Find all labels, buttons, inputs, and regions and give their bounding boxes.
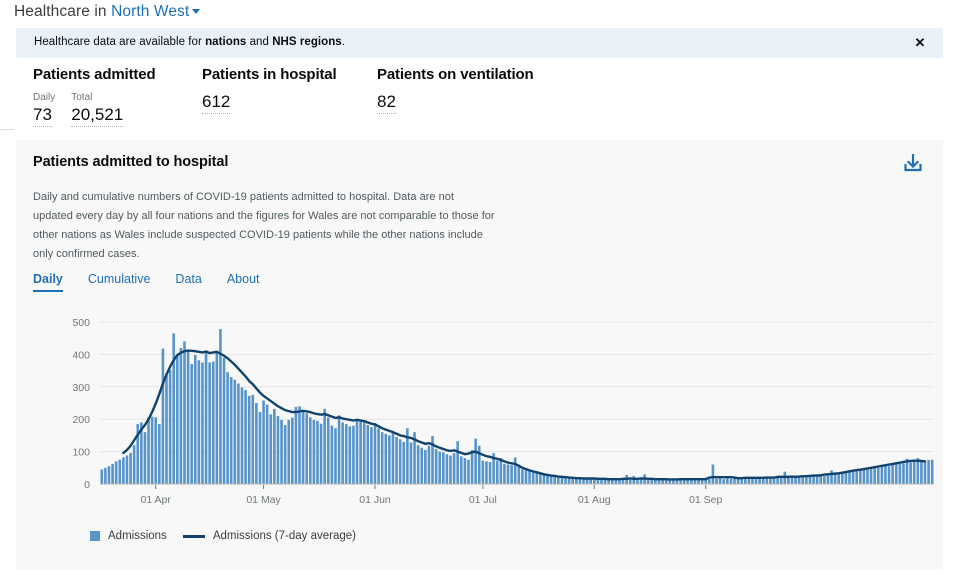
tab-about[interactable]: About [227,272,260,292]
tab-daily[interactable]: Daily [33,272,63,292]
metric-label: Daily [33,92,56,103]
svg-text:500: 500 [72,317,90,329]
svg-text:0: 0 [84,479,90,491]
tab-cumulative[interactable]: Cumulative [88,272,151,292]
chart-card: Patients admitted to hospital Daily and … [16,140,943,570]
page-title: Healthcare in North West [14,3,201,21]
metric-value[interactable]: 612 [202,92,231,114]
chart-card-title: Patients admitted to hospital [33,154,229,170]
metrics-row: Patients admitted Daily 73 Total 20,521 … [16,66,943,127]
svg-text:300: 300 [72,382,90,394]
metric-title: Patients on ventilation [377,66,534,83]
metric-column-value: 612 [202,92,231,114]
page-title-prefix: Healthcare in [14,3,107,20]
download-icon[interactable] [898,148,928,178]
location-selector-link[interactable]: North West [111,3,189,20]
svg-text:01 Sep: 01 Sep [689,494,722,506]
info-banner: Healthcare data are available for nation… [16,28,943,58]
svg-text:01 Apr: 01 Apr [141,494,172,506]
metric-column-total: Total 20,521 [71,92,124,127]
chevron-down-icon[interactable] [192,9,201,14]
metric-value[interactable]: 73 [33,105,52,127]
svg-text:01 Jul: 01 Jul [469,494,497,506]
legend-line-icon [182,534,205,538]
metric-patients-admitted: Patients admitted Daily 73 Total 20,521 [16,66,202,127]
metric-column-daily: Daily 73 [33,92,55,127]
legend-swatch-icon [90,531,100,541]
healthcare-dashboard-page: Healthcare in North West Healthcare data… [0,0,959,586]
metric-title: Patients in hospital [202,66,337,83]
legend-label: Admissions (7-day average) [212,530,356,542]
legend-item-admissions-average: Admissions (7-day average) [182,530,356,542]
tab-data[interactable]: Data [175,272,201,292]
legend-label: Admissions [108,530,167,542]
metric-label: Total [71,92,93,103]
svg-text:400: 400 [72,349,90,361]
admissions-chart[interactable]: 0 100 200 300 400 500 01 Apr 01 May 01 Jun 01 Jul… [16,308,943,533]
svg-text:01 Jun: 01 Jun [359,494,391,506]
chart-legend: Admissions Admissions (7-day average) [90,530,372,542]
metric-patients-in-hospital: Patients in hospital 612 [202,66,377,127]
metric-value[interactable]: 20,521 [71,105,124,127]
svg-text:200: 200 [72,414,90,426]
banner-link-nhs-regions[interactable]: NHS regions [272,36,342,48]
banner-text-mid: and [246,36,273,48]
close-icon[interactable]: ✕ [911,34,929,52]
info-banner-text: Healthcare data are available for nation… [34,36,345,48]
svg-text:01 Aug: 01 Aug [578,494,611,506]
chart-tabs: Daily Cumulative Data About [33,272,285,292]
svg-text:01 May: 01 May [246,494,281,506]
chart-card-description: Daily and cumulative numbers of COVID-19… [33,191,495,260]
banner-text-start: Healthcare data are available for [34,36,206,48]
metric-column-value: 82 [377,92,396,114]
metric-title: Patients admitted [33,66,156,83]
legend-item-admissions: Admissions [90,530,167,542]
section-divider [0,129,14,130]
banner-link-nations[interactable]: nations [205,36,246,48]
metric-patients-on-ventilation: Patients on ventilation 82 [377,66,577,127]
svg-text:100: 100 [72,447,90,459]
metric-value[interactable]: 82 [377,92,396,114]
banner-text-end: . [341,36,345,48]
